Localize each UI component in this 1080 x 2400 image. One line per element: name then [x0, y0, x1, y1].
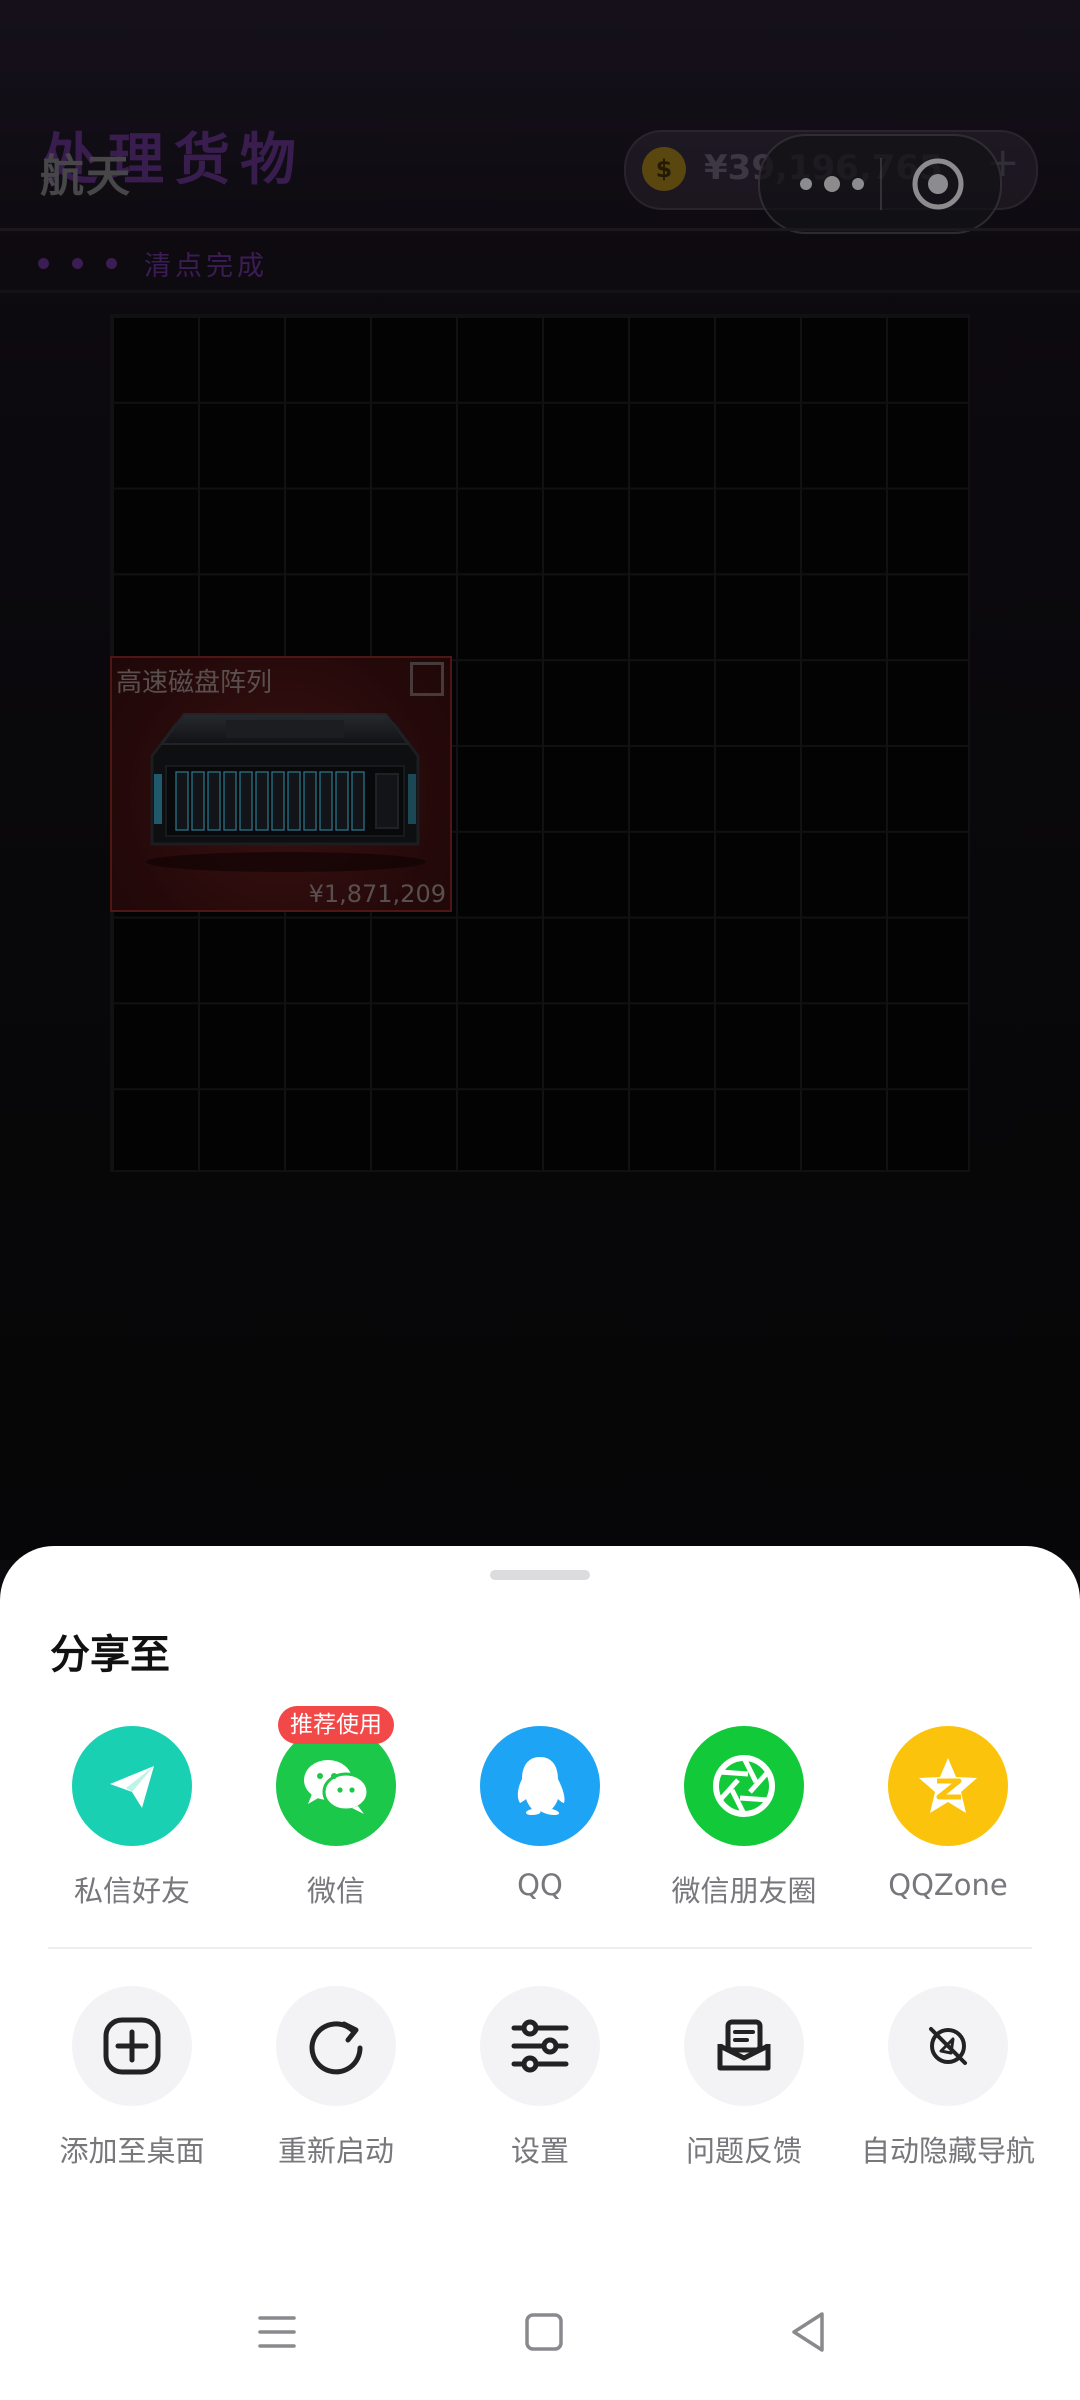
- share-option-moments[interactable]: 微信朋友圈: [644, 1726, 844, 1910]
- moments-shutter-icon: [713, 1755, 775, 1817]
- action-circle: [72, 1986, 192, 2106]
- sheet-title: 分享至: [50, 1632, 170, 1678]
- paper-plane-icon: [110, 1766, 154, 1808]
- action-label: 设置: [510, 2134, 569, 2168]
- dim-overlay[interactable]: [0, 0, 1080, 1560]
- share-option-label: 微信朋友圈: [671, 1874, 817, 1908]
- share-option-label: 私信好友: [73, 1874, 190, 1908]
- share-circle: [888, 1726, 1008, 1846]
- share-circle: [480, 1726, 600, 1846]
- action-settings[interactable]: 设置: [440, 1986, 640, 2170]
- recommended-badge: 推荐使用: [278, 1706, 394, 1744]
- action-circle: [684, 1986, 804, 2106]
- wechat-icon: [304, 1760, 370, 1814]
- action-label: 添加至桌面: [59, 2134, 205, 2168]
- sheet-divider: [48, 1947, 1032, 1949]
- action-label: 重新启动: [277, 2134, 394, 2168]
- action-circle: [888, 1986, 1008, 2106]
- drag-handle[interactable]: [490, 1570, 590, 1580]
- home-icon[interactable]: [524, 2312, 564, 2352]
- auto-hide-nav-icon: [929, 2027, 967, 2065]
- action-label: 问题反馈: [685, 2134, 802, 2168]
- share-circle: [684, 1726, 804, 1846]
- back-icon[interactable]: [788, 2310, 828, 2354]
- action-circle: [480, 1986, 600, 2106]
- action-feedback[interactable]: 问题反馈: [644, 1986, 844, 2170]
- share-option-qqzone[interactable]: QQZone: [848, 1726, 1048, 1902]
- action-restart[interactable]: 重新启动: [236, 1986, 436, 2170]
- share-circle: [276, 1726, 396, 1846]
- game-screen: 处理货物 航天 $ ¥39,196,765 + 清点完成: [0, 0, 1080, 1560]
- qq-penguin-icon: [517, 1757, 565, 1815]
- system-navbar: [0, 2260, 1080, 2400]
- share-option-qq[interactable]: QQ: [440, 1726, 640, 1902]
- action-label: 自动隐藏导航: [860, 2134, 1035, 2168]
- share-option-label: QQZone: [888, 1868, 1008, 1902]
- settings-sliders-icon: [511, 2019, 569, 2073]
- menu-icon[interactable]: [256, 2312, 298, 2352]
- share-circle: [72, 1726, 192, 1846]
- feedback-icon: [717, 2019, 771, 2071]
- action-add-to-desktop[interactable]: 添加至桌面: [32, 1986, 232, 2170]
- share-option-private-message[interactable]: 私信好友: [32, 1726, 232, 1910]
- share-option-label: QQ: [517, 1868, 563, 1902]
- qzone-star-icon: [919, 1758, 977, 1813]
- share-option-label: 微信: [306, 1874, 365, 1908]
- restart-icon: [309, 2021, 363, 2075]
- action-auto-hide-nav[interactable]: 自动隐藏导航: [848, 1986, 1048, 2170]
- share-option-wechat[interactable]: 微信: [236, 1726, 436, 1910]
- add-to-desktop-icon: [103, 2017, 161, 2075]
- action-circle: [276, 1986, 396, 2106]
